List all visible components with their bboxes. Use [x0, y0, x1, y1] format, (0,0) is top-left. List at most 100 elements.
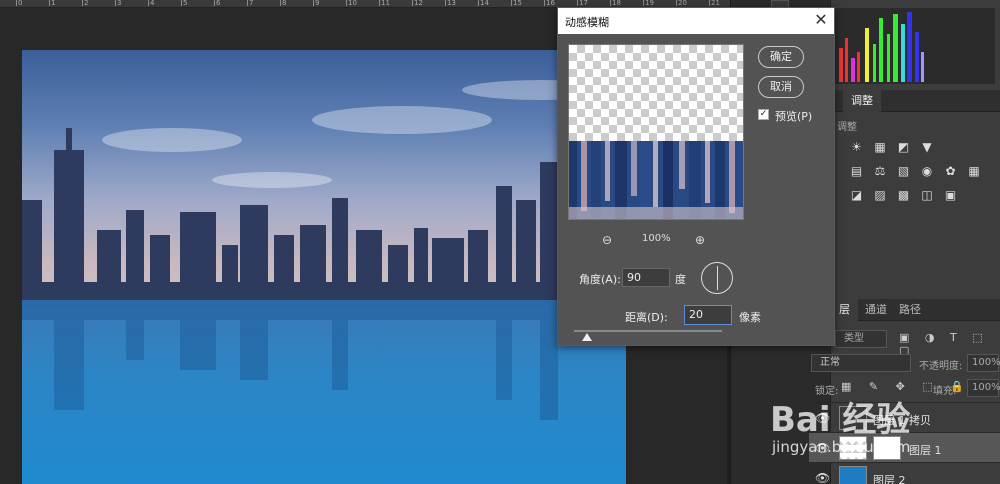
ruler-number: 3	[117, 0, 122, 7]
zoom-level: 100%	[642, 233, 671, 244]
ruler-tick	[379, 0, 380, 6]
ruler-tick	[709, 0, 710, 6]
angle-dial[interactable]	[701, 262, 733, 294]
ruler-number: 16	[546, 0, 555, 7]
close-icon[interactable]: ✕	[810, 10, 832, 32]
ruler-tick	[676, 0, 677, 6]
ruler-number: 17	[579, 0, 588, 7]
angle-label: 角度(A):	[579, 273, 621, 286]
skyline-silhouette	[22, 80, 626, 300]
adjustments-title: 调整	[837, 122, 857, 133]
preview-checkbox-label[interactable]: 预览(P)	[775, 108, 812, 124]
invert-icon[interactable]: ◪	[849, 188, 864, 203]
ruler-number: 7	[249, 0, 254, 7]
watermark-url: jingyan.baidu.com	[772, 438, 911, 456]
ruler-number: 6	[216, 0, 221, 7]
vibrance-icon[interactable]: ▤	[849, 164, 864, 179]
ruler-number: 18	[612, 0, 621, 7]
distance-label: 距离(D):	[625, 311, 668, 324]
ruler-number: 13	[447, 0, 456, 7]
layer-thumbnail	[839, 466, 867, 484]
curves-icon[interactable]: ◩	[896, 140, 911, 155]
opacity-label: 不透明度:	[919, 361, 963, 372]
ruler-number: 9	[315, 0, 320, 7]
ruler-number: 4	[150, 0, 155, 7]
distance-slider-track[interactable]	[574, 330, 722, 332]
ruler-number: 0	[18, 0, 23, 7]
ruler-tick	[82, 0, 83, 6]
ruler-number: 15	[513, 0, 522, 7]
adjustment-row-1: ☀ ▦ ◩ ▼	[849, 140, 940, 156]
zoom-out-icon[interactable]: ⊖	[602, 233, 612, 247]
ruler-number: 21	[711, 0, 720, 7]
opacity-input[interactable]: 100%	[967, 354, 1000, 372]
distance-input[interactable]: 20	[684, 305, 732, 325]
threshold-icon[interactable]: ▩	[896, 188, 911, 203]
tab-paths[interactable]: 路径	[891, 299, 929, 321]
ruler-number: 8	[282, 0, 287, 7]
ruler-number: 20	[678, 0, 687, 7]
selective-color-icon[interactable]: ◫	[920, 188, 935, 203]
gradient-icon[interactable]: ▼	[920, 140, 935, 155]
color-balance-icon[interactable]: ⚖	[873, 164, 888, 179]
ruler-tick	[445, 0, 446, 6]
preview-checkbox[interactable]: ✓	[758, 109, 769, 120]
ruler-number: 11	[381, 0, 390, 7]
tab-layers[interactable]: 层	[831, 299, 858, 321]
angle-input[interactable]: 90	[622, 268, 670, 287]
ruler-tick	[478, 0, 479, 6]
channel-mixer-icon[interactable]: ✿	[943, 164, 958, 179]
tab-channels[interactable]: 通道	[857, 299, 895, 321]
ruler-number: 5	[183, 0, 188, 7]
ruler-tick	[49, 0, 50, 6]
photo-filter-icon[interactable]: ◉	[920, 164, 935, 179]
tab-adjustments[interactable]: 调整	[843, 90, 881, 112]
brightness-icon[interactable]: ☀	[849, 140, 864, 155]
ruler-number: 1	[51, 0, 56, 7]
dialog-titlebar[interactable]: 动感模糊 ✕	[558, 8, 834, 34]
layer-filter-select[interactable]: 类型	[835, 330, 887, 348]
posterize-icon[interactable]: ▨	[873, 188, 888, 203]
zoom-in-icon[interactable]: ⊕	[695, 233, 705, 247]
ruler-tick	[16, 0, 17, 6]
ruler-tick	[577, 0, 578, 6]
ruler-tick	[115, 0, 116, 6]
ruler-tick	[313, 0, 314, 6]
motion-blur-dialog: 动感模糊 ✕ 确定 取消 ✓ 预览(P) ⊖ 100% ⊕ 角度(A): 90 …	[557, 7, 835, 346]
blend-mode-select[interactable]: 正常	[811, 354, 911, 372]
layer-name: 图层 2	[873, 474, 906, 484]
ruler-tick	[643, 0, 644, 6]
watermark: Bai 经验 jingyan.baidu.com	[770, 392, 1000, 462]
ruler-tick	[247, 0, 248, 6]
layers-tabbar: 层 通道 路径	[831, 299, 1000, 321]
ruler-tick	[610, 0, 611, 6]
ruler-tick	[544, 0, 545, 6]
adjustment-row-2: ▤ ⚖ ▧ ◉ ✿ ▦	[849, 164, 987, 180]
distance-unit: 像素	[739, 311, 761, 324]
ok-button[interactable]: 确定	[758, 46, 804, 68]
ruler-number: 19	[645, 0, 654, 7]
layer-row[interactable]: 👁 图层 2	[809, 462, 1000, 484]
eye-icon[interactable]: 👁	[815, 471, 830, 484]
black-white-icon[interactable]: ▧	[896, 164, 911, 179]
ruler-tick	[511, 0, 512, 6]
ruler-number: 14	[480, 0, 489, 7]
gradient-map-icon[interactable]: ▣	[943, 188, 958, 203]
ruler-tick	[214, 0, 215, 6]
ruler-number: 12	[414, 0, 423, 7]
ruler-number: 10	[348, 0, 357, 7]
blurred-preview-image	[569, 141, 743, 219]
filter-preview[interactable]	[568, 44, 744, 220]
ruler-number: 2	[84, 0, 89, 7]
water-reflection	[22, 300, 626, 420]
document-image	[22, 50, 626, 484]
watermark-logo: Bai 经验	[770, 400, 911, 440]
levels-icon[interactable]: ▦	[873, 140, 888, 155]
angle-unit: 度	[675, 273, 686, 286]
ruler-tick	[412, 0, 413, 6]
adjustment-row-3: ◪ ▨ ▩ ◫ ▣	[849, 188, 963, 204]
color-lookup-icon[interactable]: ▦	[967, 164, 982, 179]
dialog-body: 确定 取消 ✓ 预览(P) ⊖ 100% ⊕ 角度(A): 90 度 距离(D)…	[558, 34, 834, 345]
cancel-button[interactable]: 取消	[758, 76, 804, 98]
distance-slider-handle[interactable]	[582, 333, 592, 341]
